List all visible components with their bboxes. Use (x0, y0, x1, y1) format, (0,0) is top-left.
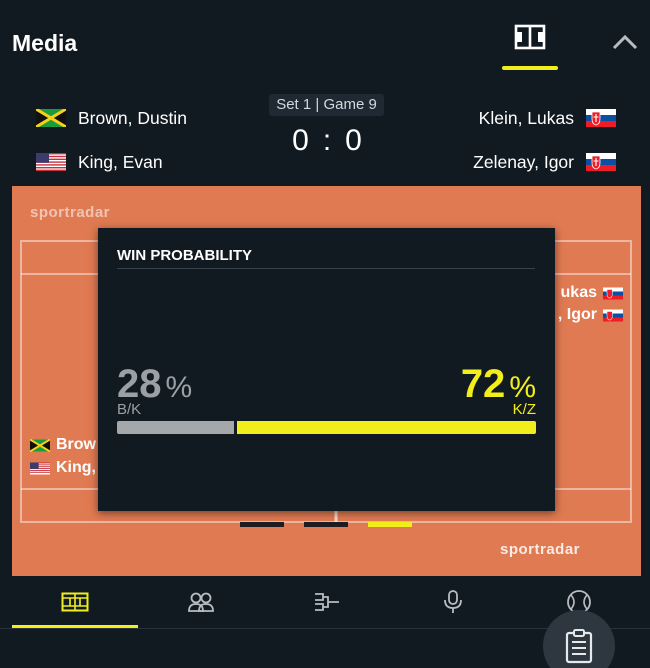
tab-court[interactable] (12, 576, 138, 628)
tab-commentary[interactable] (390, 576, 516, 628)
probability-bar-right (237, 421, 536, 434)
set-game-status: Set 1 | Game 9 (269, 94, 384, 116)
court-view-icon (514, 24, 546, 50)
player-name: Klein, Lukas (478, 107, 574, 128)
players-icon (188, 592, 214, 612)
pager-dot-2[interactable] (304, 522, 348, 527)
slovakia-flag-icon (586, 153, 616, 171)
clipboard-icon (565, 629, 593, 664)
player-left-2: King, Evan (36, 150, 163, 174)
right-team-label: K/Z (512, 401, 536, 418)
usa-flag-icon (36, 153, 66, 171)
score-left: 0 (292, 124, 309, 157)
court-view-button[interactable] (502, 18, 558, 70)
player-right-1: Klein, Lukas (479, 106, 616, 130)
background-player-left-1: Brow (30, 436, 96, 454)
score-right: 0 (345, 124, 362, 157)
microphone-icon (444, 590, 462, 613)
background-player-right-1: ukas (561, 284, 623, 302)
bracket-icon (315, 593, 339, 611)
player-right-2: Zelenay, Igor (473, 150, 616, 174)
background-player-right-2: , Igor (558, 306, 623, 324)
panel-title: WIN PROBABILITY (117, 247, 252, 264)
jamaica-flag-icon (30, 438, 50, 452)
player-name: Zelenay, Igor (473, 151, 574, 172)
left-team-label: B/K (117, 401, 142, 418)
court-icon (61, 592, 89, 612)
chevron-up-icon (612, 34, 638, 50)
media-header: Media (0, 0, 650, 90)
background-player-name: King, (56, 459, 96, 476)
usa-flag-icon (30, 462, 50, 474)
tab-bracket[interactable] (264, 576, 390, 628)
background-player-left-2: King, (30, 459, 96, 477)
scoreboard: 0 : 0 (268, 122, 386, 160)
active-indicator (502, 66, 558, 70)
divider (117, 268, 535, 269)
slovakia-flag-icon (603, 309, 623, 321)
background-player-name: Brow (56, 436, 96, 453)
pager-dot-3[interactable] (368, 522, 412, 527)
probability-bar-left (117, 421, 235, 434)
sportradar-logo: sportradar (30, 204, 111, 221)
win-probability-panel: WIN PROBABILITY 28 % 72 % B/K K/Z (98, 228, 555, 511)
player-left-1: Brown, Dustin (36, 106, 187, 130)
slovakia-flag-icon (586, 109, 616, 127)
tab-lineups[interactable] (138, 576, 264, 628)
probability-bar (117, 421, 536, 434)
collapse-button[interactable] (610, 30, 640, 54)
score-separator: : (322, 124, 332, 157)
sportradar-logo: sportradar (500, 541, 581, 558)
page-title: Media (12, 30, 78, 56)
jamaica-flag-icon (36, 109, 66, 127)
background-player-name: ukas (560, 284, 597, 301)
right-probability-value: 72 (460, 362, 506, 406)
percent-sign: % (509, 371, 536, 404)
percent-sign: % (165, 371, 193, 404)
player-name: King, Evan (78, 151, 163, 172)
player-name: Brown, Dustin (78, 107, 187, 128)
slovakia-flag-icon (603, 287, 623, 299)
pager-dot-1[interactable] (240, 522, 284, 527)
background-player-name: , Igor (557, 306, 597, 323)
